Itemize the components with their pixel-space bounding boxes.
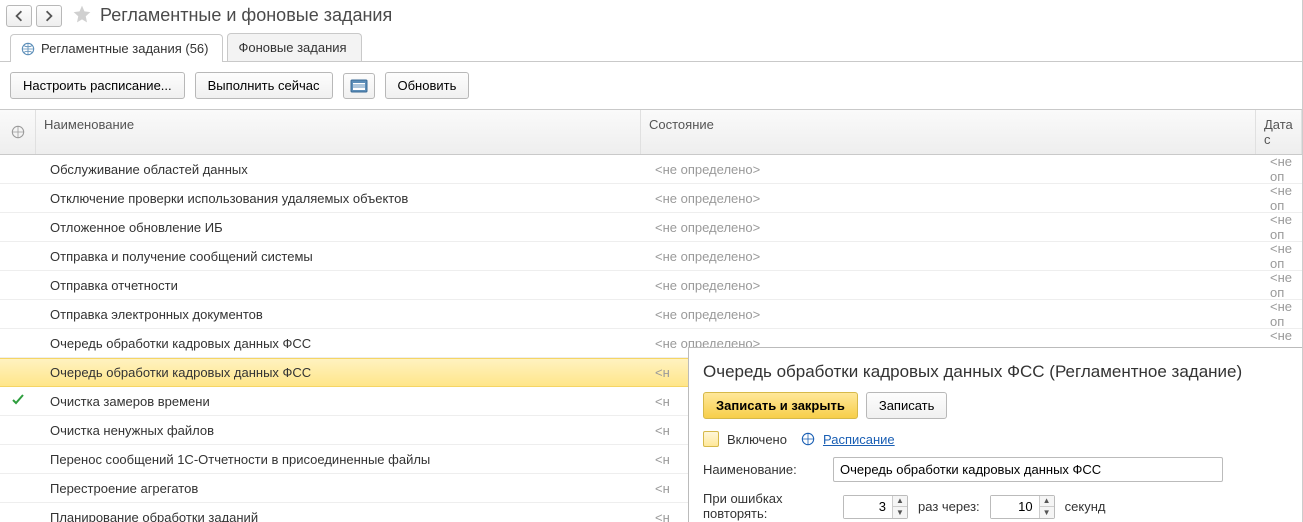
table-row[interactable]: Отправка и получение сообщений системы<н… bbox=[0, 242, 1302, 271]
globe-icon bbox=[11, 125, 25, 139]
grid-header-date[interactable]: Дата с bbox=[1256, 110, 1302, 154]
globe-icon bbox=[21, 42, 35, 56]
table-row[interactable]: Отправка электронных документов<не опред… bbox=[0, 300, 1302, 329]
row-name-cell: Отправка и получение сообщений системы bbox=[36, 249, 641, 264]
favorite-star-icon[interactable] bbox=[72, 4, 92, 27]
enabled-label: Включено bbox=[727, 432, 787, 447]
nav-forward-button[interactable] bbox=[36, 5, 62, 27]
row-date-cell: <не оп bbox=[1256, 154, 1302, 184]
row-name-cell: Очистка замеров времени bbox=[36, 394, 641, 409]
arrow-left-icon bbox=[13, 10, 25, 22]
name-field-input[interactable] bbox=[833, 457, 1223, 482]
stepper-down-icon[interactable]: ▼ bbox=[1040, 507, 1054, 518]
row-name-cell: Перенос сообщений 1С-Отчетности в присое… bbox=[36, 452, 641, 467]
row-date-cell: <не оп bbox=[1256, 299, 1302, 329]
seconds-label: секунд bbox=[1065, 499, 1106, 514]
row-state-cell: <не определено> bbox=[641, 191, 1256, 206]
row-name-cell: Отложенное обновление ИБ bbox=[36, 220, 641, 235]
arrow-right-icon bbox=[43, 10, 55, 22]
row-state-cell: <не определено> bbox=[641, 307, 1256, 322]
table-row[interactable]: Отложенное обновление ИБ<не определено><… bbox=[0, 213, 1302, 242]
row-name-cell: Очередь обработки кадровых данных ФСС bbox=[36, 336, 641, 351]
times-through-label: раз через: bbox=[918, 499, 980, 514]
row-state-cell: <не определено> bbox=[641, 220, 1256, 235]
schedule-link[interactable]: Расписание bbox=[823, 432, 895, 447]
tab-scheduled-label: Регламентные задания (56) bbox=[41, 41, 208, 56]
check-icon bbox=[10, 392, 26, 411]
retry-count-stepper[interactable]: ▲▼ bbox=[843, 495, 908, 519]
stepper-down-icon[interactable]: ▼ bbox=[893, 507, 907, 518]
save-button[interactable]: Записать bbox=[866, 392, 948, 419]
row-name-cell: Очередь обработки кадровых данных ФСС bbox=[36, 365, 641, 380]
retry-interval-stepper[interactable]: ▲▼ bbox=[990, 495, 1055, 519]
row-date-cell: <не оп bbox=[1256, 241, 1302, 271]
row-state-cell: <не определено> bbox=[641, 278, 1256, 293]
table-row[interactable]: Обслуживание областей данных<не определе… bbox=[0, 155, 1302, 184]
grid-header-name[interactable]: Наименование bbox=[36, 110, 641, 154]
retry-count-input[interactable] bbox=[844, 496, 892, 518]
table-row[interactable]: Отключение проверки использования удаляе… bbox=[0, 184, 1302, 213]
retry-interval-input[interactable] bbox=[991, 496, 1039, 518]
refresh-button[interactable]: Обновить bbox=[385, 72, 470, 99]
table-row[interactable]: Отправка отчетности<не определено><не оп bbox=[0, 271, 1302, 300]
globe-icon bbox=[801, 432, 815, 446]
tab-background-jobs[interactable]: Фоновые задания bbox=[227, 33, 361, 61]
panel-title: Очередь обработки кадровых данных ФСС (Р… bbox=[703, 362, 1288, 382]
row-name-cell: Отправка электронных документов bbox=[36, 307, 641, 322]
retry-label: При ошибкахповторять: bbox=[703, 492, 833, 522]
row-name-cell: Планирование обработки заданий bbox=[36, 510, 641, 522]
row-state-cell: <не определено> bbox=[641, 249, 1256, 264]
grid-header-state[interactable]: Состояние bbox=[641, 110, 1256, 154]
tab-background-label: Фоновые задания bbox=[238, 40, 346, 55]
open-scheduled-button[interactable] bbox=[343, 73, 375, 99]
name-field-label: Наименование: bbox=[703, 462, 833, 477]
page-title: Регламентные и фоновые задания bbox=[100, 5, 392, 26]
tab-scheduled-jobs[interactable]: Регламентные задания (56) bbox=[10, 34, 223, 62]
row-date-cell: <не оп bbox=[1256, 183, 1302, 213]
stepper-up-icon[interactable]: ▲ bbox=[1040, 496, 1054, 507]
grid-header: Наименование Состояние Дата с bbox=[0, 110, 1302, 155]
configure-schedule-button[interactable]: Настроить расписание... bbox=[10, 72, 185, 99]
calendar-icon bbox=[350, 79, 368, 93]
row-name-cell: Отключение проверки использования удаляе… bbox=[36, 191, 641, 206]
stepper-up-icon[interactable]: ▲ bbox=[893, 496, 907, 507]
row-date-cell: <не оп bbox=[1256, 212, 1302, 242]
row-status-cell bbox=[0, 392, 36, 411]
row-date-cell: <не оп bbox=[1256, 270, 1302, 300]
row-name-cell: Отправка отчетности bbox=[36, 278, 641, 293]
save-and-close-button[interactable]: Записать и закрыть bbox=[703, 392, 858, 419]
nav-back-button[interactable] bbox=[6, 5, 32, 27]
row-name-cell: Перестроение агрегатов bbox=[36, 481, 641, 496]
row-name-cell: Очистка ненужных файлов bbox=[36, 423, 641, 438]
grid-header-status[interactable] bbox=[0, 110, 36, 154]
enabled-checkbox[interactable] bbox=[703, 431, 719, 447]
execute-now-button[interactable]: Выполнить сейчас bbox=[195, 72, 333, 99]
row-name-cell: Обслуживание областей данных bbox=[36, 162, 641, 177]
row-state-cell: <не определено> bbox=[641, 162, 1256, 177]
job-detail-panel: Очередь обработки кадровых данных ФСС (Р… bbox=[688, 347, 1302, 522]
